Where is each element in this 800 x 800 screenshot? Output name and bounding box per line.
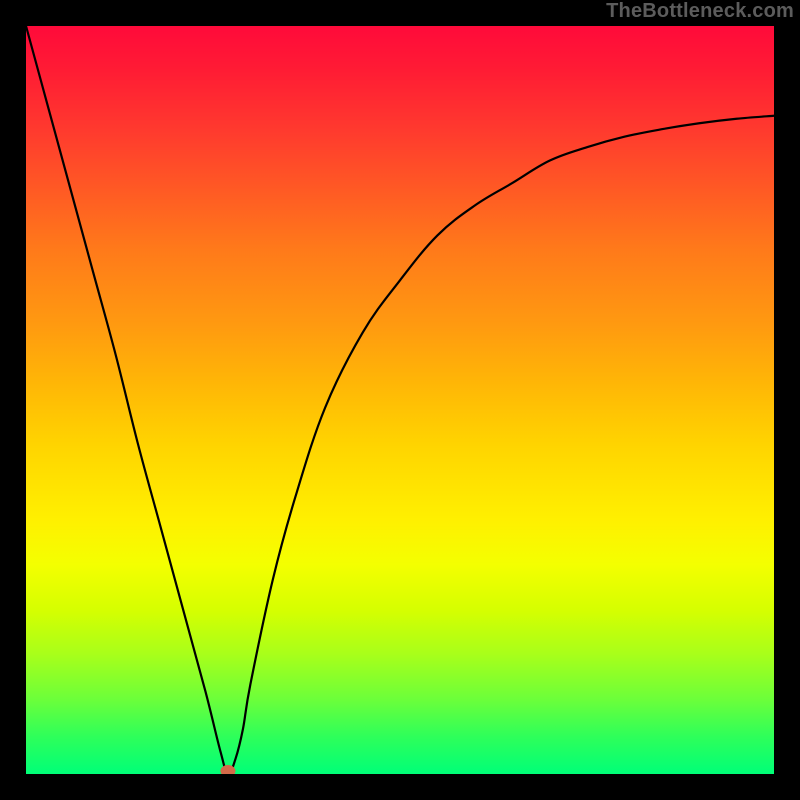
chart-outer-frame: TheBottleneck.com — [0, 0, 800, 800]
optimum-marker — [221, 766, 235, 775]
curve-layer — [26, 26, 774, 774]
bottleneck-curve — [26, 26, 774, 774]
watermark-text: TheBottleneck.com — [606, 0, 794, 23]
plot-area — [26, 26, 774, 774]
